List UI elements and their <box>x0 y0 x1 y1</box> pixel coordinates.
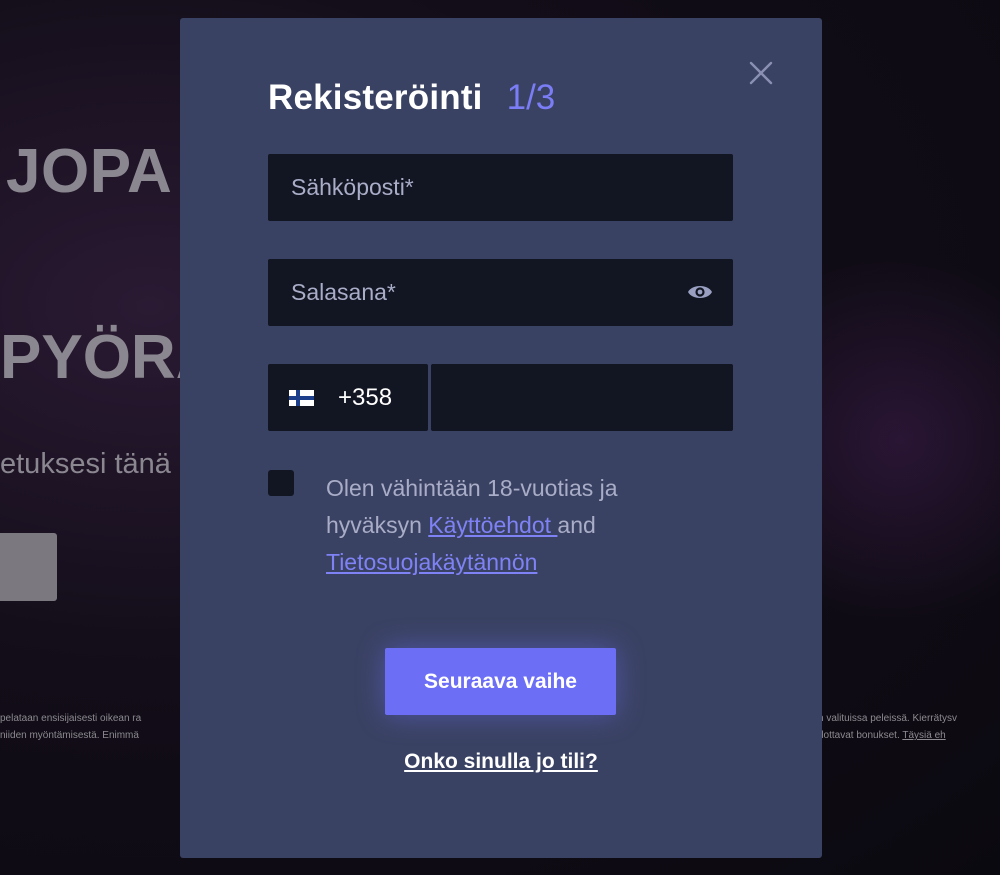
eye-icon[interactable] <box>687 281 713 303</box>
fine-print-right-text: dottavat bonukset. <box>818 730 900 741</box>
terms-text-middle: and <box>557 512 596 538</box>
registration-modal: Rekisteröinti 1/3 Sähköposti* Salasana* … <box>180 18 822 858</box>
password-placeholder: Salasana* <box>291 279 396 305</box>
fine-print-right-2: dottavat bonukset. Täysiä eh <box>818 727 946 744</box>
page-backdrop: JOPA 5 PYÖRÄ etuksesi tänä pelataan ensi… <box>0 0 1000 875</box>
background-subline: etuksesi tänä <box>0 448 171 480</box>
country-code-select[interactable]: +358 <box>268 364 428 431</box>
next-step-button[interactable]: Seuraava vaihe <box>385 648 616 715</box>
fine-print-left-2: niiden myöntämisestä. Enimmä <box>0 730 139 741</box>
privacy-policy-link[interactable]: Tietosuojakäytännön <box>326 549 537 575</box>
country-code-label: +358 <box>338 383 393 411</box>
login-link[interactable]: Onko sinulla jo tili? <box>180 750 822 774</box>
email-placeholder: Sähköposti* <box>291 174 414 200</box>
phone-number-input[interactable] <box>431 364 733 431</box>
background-button <box>0 533 57 601</box>
modal-title: Rekisteröinti <box>268 78 483 117</box>
close-icon[interactable] <box>746 58 776 88</box>
fine-print-right-1: n valituissa peleissä. Kierrätysv <box>818 713 957 724</box>
terms-of-use-link[interactable]: Käyttöehdot <box>428 512 557 538</box>
step-indicator: 1/3 <box>506 78 556 117</box>
modal-header: Rekisteröinti 1/3 <box>268 78 555 118</box>
full-terms-link[interactable]: Täysiä eh <box>902 730 945 741</box>
age-terms-checkbox[interactable] <box>268 470 294 496</box>
fine-print-left-1: pelataan ensisijaisesti oikean ra <box>0 713 142 724</box>
password-field[interactable]: Salasana* <box>268 259 733 326</box>
email-field[interactable]: Sähköposti* <box>268 154 733 221</box>
terms-text: Olen vähintään 18-vuotias ja hyväksyn Kä… <box>326 470 706 581</box>
finland-flag-icon <box>289 389 314 406</box>
